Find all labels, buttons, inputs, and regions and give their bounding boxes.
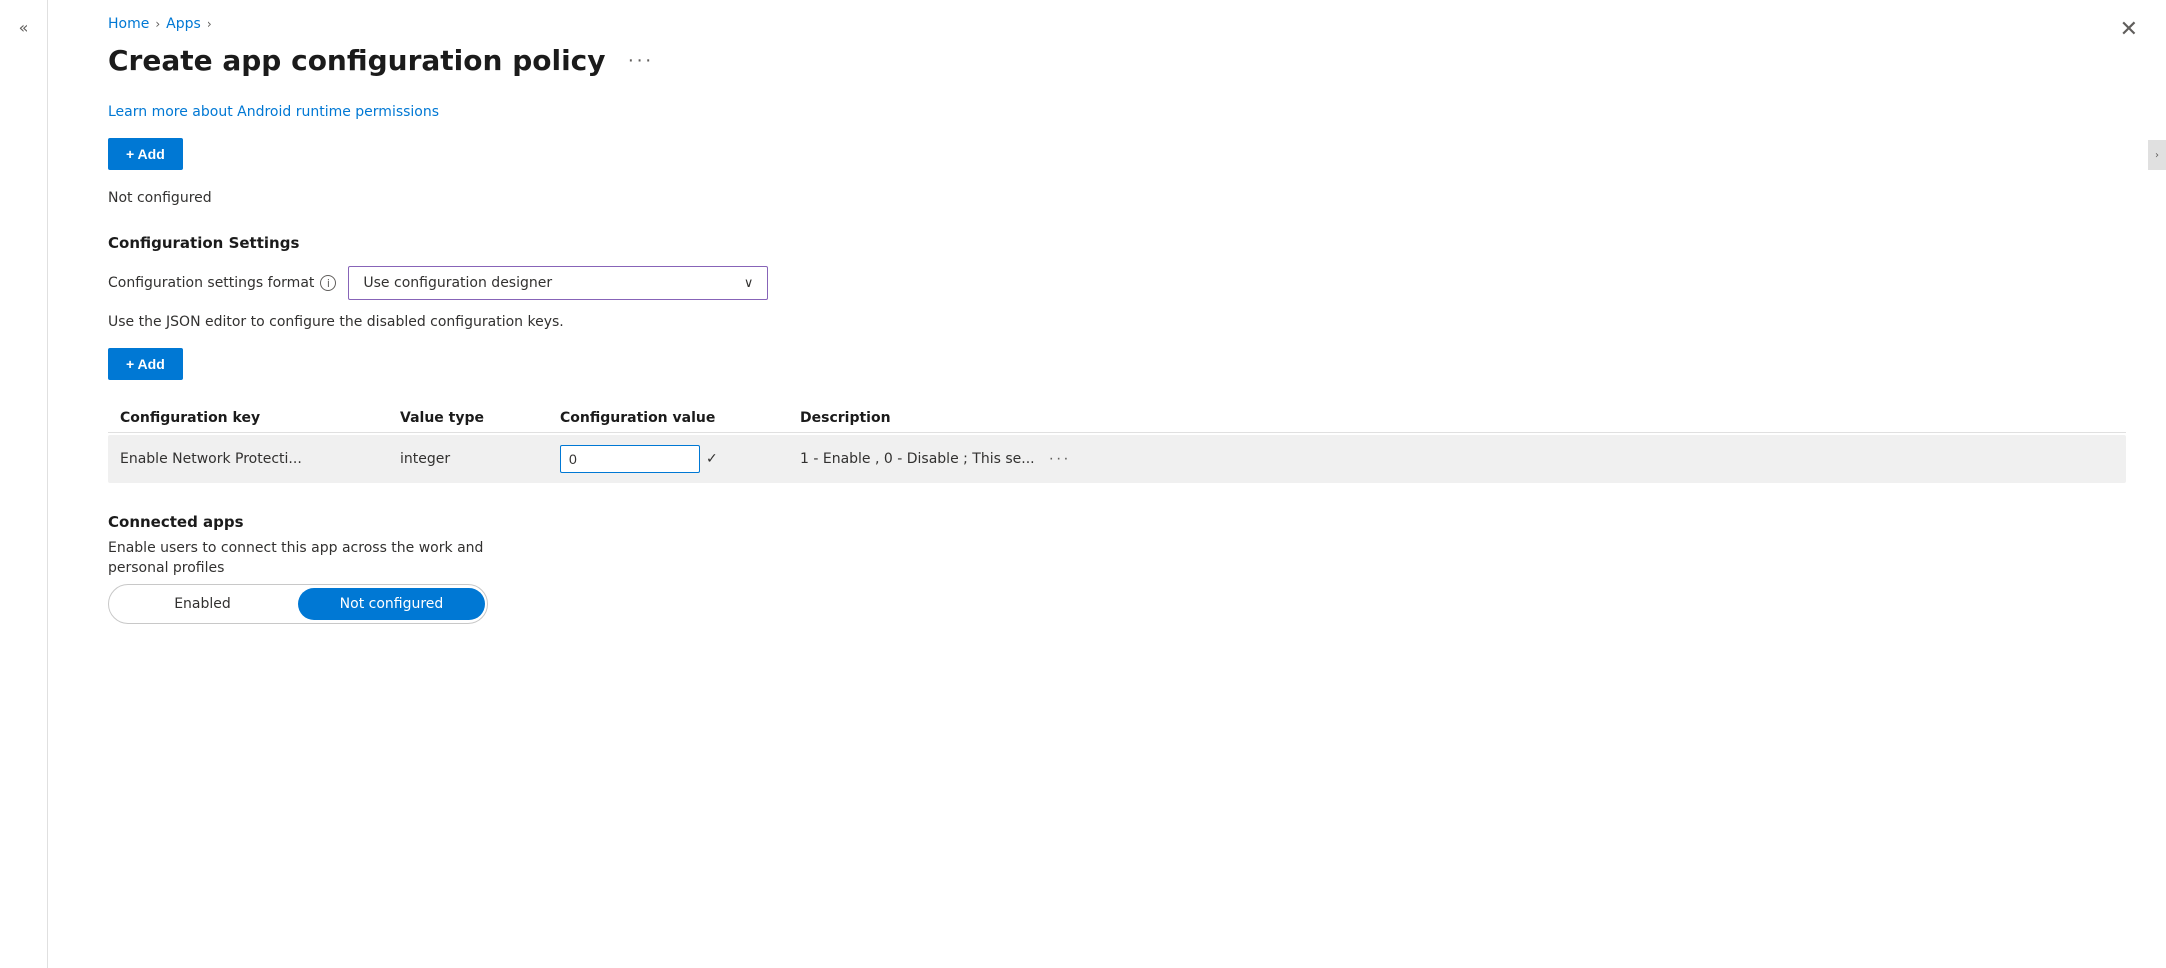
config-format-label-text: Configuration settings format [108,275,314,291]
close-icon: ✕ [2120,16,2138,41]
info-icon[interactable]: i [320,275,336,291]
row-config-value-cell: ✓ [560,445,800,473]
close-button[interactable]: ✕ [2120,18,2138,40]
breadcrumb-sep-2: › [207,17,212,31]
row-more-button[interactable]: ··· [1043,448,1077,470]
add-button-1[interactable]: + Add [108,138,183,170]
right-panel-toggle[interactable]: › [2148,140,2166,170]
not-configured-label: Not configured [108,190,2126,206]
table-row: Enable Network Protecti... integer ✓ 1 -… [108,435,2126,483]
page-header: Create app configuration policy ··· [108,44,2126,77]
col-header-key: Configuration key [120,410,400,426]
check-icon: ✓ [706,451,718,467]
page-title: Create app configuration policy [108,44,606,77]
breadcrumb-apps[interactable]: Apps [166,16,201,32]
col-header-config-value: Configuration value [560,410,800,426]
config-value-input[interactable] [560,445,700,473]
breadcrumb-sep-1: › [155,17,160,31]
learn-more-link[interactable]: Learn more about Android runtime permiss… [108,104,439,120]
collapse-icon: « [19,18,29,37]
connected-apps-label: Enable users to connect this app across … [108,539,488,578]
sidebar-toggle[interactable]: « [0,0,48,968]
toggle-enabled[interactable]: Enabled [109,588,296,620]
config-settings-title: Configuration Settings [108,234,2126,252]
table-header-row: Configuration key Value type Configurati… [108,404,2126,433]
chevron-down-icon: ∨ [744,276,754,291]
col-header-description: Description [800,410,2114,426]
row-value-type: integer [400,451,560,467]
config-format-value: Use configuration designer [363,275,552,291]
json-editor-note: Use the JSON editor to configure the dis… [108,314,2126,330]
config-format-row: Configuration settings format i Use conf… [108,266,2126,300]
breadcrumb-home[interactable]: Home [108,16,149,32]
breadcrumb: Home › Apps › [108,16,2126,32]
more-options-button[interactable]: ··· [620,45,662,76]
col-header-value-type: Value type [400,410,560,426]
config-table: Configuration key Value type Configurati… [108,404,2126,483]
row-description: 1 - Enable , 0 - Disable ; This se... [800,451,1035,467]
connected-apps-title: Connected apps [108,513,2126,531]
toggle-not-configured[interactable]: Not configured [298,588,485,620]
row-description-cell: 1 - Enable , 0 - Disable ; This se... ··… [800,448,2114,470]
connected-apps-section: Connected apps Enable users to connect t… [108,513,2126,624]
row-key: Enable Network Protecti... [120,451,400,467]
main-panel: Home › Apps › Create app configuration p… [48,0,2166,968]
add-button-2[interactable]: + Add [108,348,183,380]
connected-apps-toggle[interactable]: Enabled Not configured [108,584,488,624]
config-format-select[interactable]: Use configuration designer ∨ [348,266,768,300]
